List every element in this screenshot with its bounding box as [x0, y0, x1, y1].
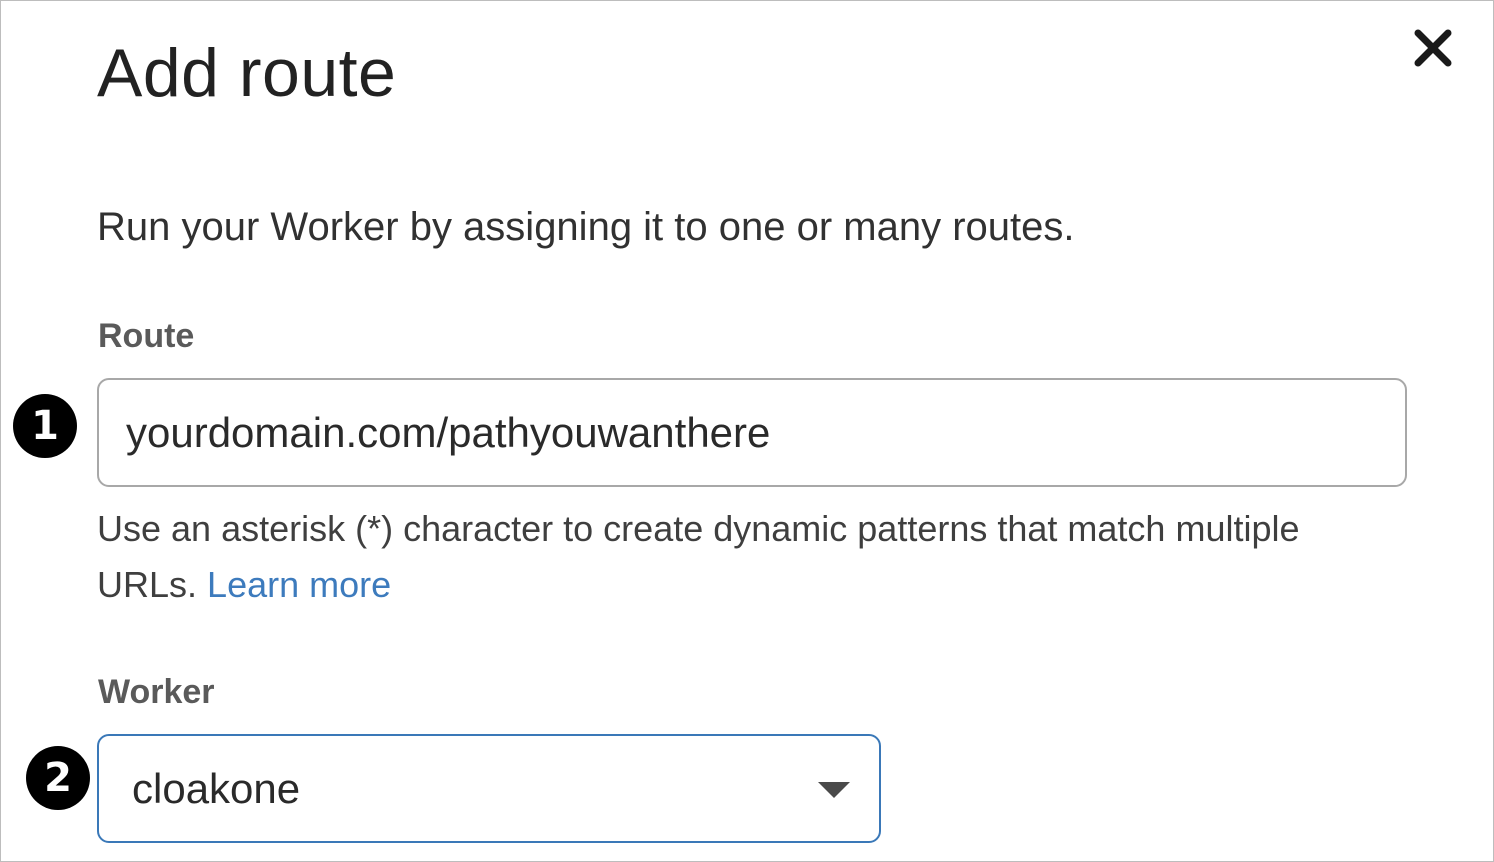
add-route-dialog: Add route Run your Worker by assigning i…	[0, 0, 1494, 862]
worker-selected-value: cloakone	[132, 765, 301, 812]
dialog-title: Add route	[97, 35, 397, 111]
step-marker-1: 1	[13, 394, 77, 458]
step-marker-2: 2	[26, 746, 90, 810]
route-label: Route	[98, 317, 195, 355]
learn-more-link[interactable]: Learn more	[207, 564, 391, 605]
close-button[interactable]	[1405, 23, 1461, 73]
chevron-down-icon	[818, 782, 850, 798]
dialog-description: Run your Worker by assigning it to one o…	[97, 205, 1075, 249]
worker-select[interactable]: cloakone	[97, 734, 881, 843]
close-icon	[1414, 29, 1452, 67]
route-hint: Use an asterisk (*) character to create …	[97, 501, 1357, 613]
worker-label: Worker	[98, 673, 215, 711]
route-input[interactable]	[97, 378, 1407, 487]
